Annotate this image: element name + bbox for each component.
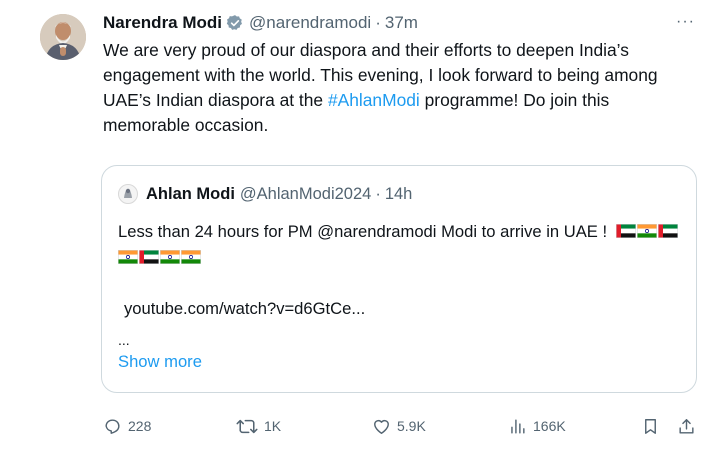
quoted-avatar-image (118, 184, 138, 204)
like-count: 5.9K (397, 418, 426, 434)
tweet-text: We are very proud of our diaspora and th… (103, 38, 693, 138)
like-button[interactable]: 5.9K (372, 414, 426, 438)
quoted-link[interactable]: youtube.com/watch?v=d6GtCe... (124, 299, 365, 319)
repost-count: 1K (264, 418, 282, 434)
india-flag-icon (160, 250, 180, 264)
reply-count: 228 (128, 418, 152, 434)
avatar-image (40, 14, 86, 60)
quoted-avatar[interactable] (118, 184, 138, 204)
tweet: Narendra Modi @narendramodi · 37m ··· We… (0, 0, 727, 450)
avatar[interactable] (40, 14, 86, 60)
quoted-text-line: Less than 24 hours for PM @narendramodi … (118, 222, 608, 241)
tweet-timestamp[interactable]: 37m (385, 13, 418, 33)
quoted-author-handle[interactable]: @AhlanModi2024 (240, 185, 371, 204)
repost-icon (236, 419, 258, 433)
reply-button[interactable]: 228 (103, 414, 151, 438)
india-flag-icon (636, 224, 657, 238)
more-options-icon[interactable]: ··· (676, 14, 698, 30)
quoted-timestamp[interactable]: 14h (385, 185, 413, 204)
bookmark-button[interactable] (641, 414, 666, 438)
header-separator: · (375, 13, 381, 32)
hashtag-link[interactable]: #AhlanModi (328, 90, 420, 110)
action-bar: 228 1K 5.9K 166K (103, 414, 699, 438)
quoted-ellipsis: ... (118, 332, 130, 348)
india-flag-icon (181, 250, 201, 264)
verified-badge-icon (226, 14, 244, 32)
share-icon (679, 418, 694, 434)
uae-flag-icon (139, 250, 159, 264)
uae-flag-icon (657, 224, 678, 238)
quoted-author-name[interactable]: Ahlan Modi (146, 185, 235, 204)
heart-icon (374, 419, 389, 434)
quoted-tweet[interactable]: Ahlan Modi @AhlanModi2024 · 14h Less tha… (101, 165, 697, 393)
repost-button[interactable]: 1K (236, 414, 281, 438)
author-name[interactable]: Narendra Modi (103, 13, 222, 33)
bookmark-icon (645, 418, 656, 434)
quoted-text: Less than 24 hours for PM @narendramodi … (118, 219, 688, 271)
india-flag-icon (118, 250, 138, 264)
show-more-link[interactable]: Show more (118, 352, 202, 372)
quoted-separator: · (375, 184, 381, 203)
views-icon (511, 418, 525, 434)
quoted-header: Ahlan Modi @AhlanModi2024 · 14h (146, 183, 412, 205)
share-button[interactable] (677, 414, 702, 438)
tweet-header: Narendra Modi @narendramodi · 37m (103, 12, 418, 34)
author-handle[interactable]: @narendramodi (249, 13, 371, 33)
views-button[interactable]: 166K (508, 414, 566, 438)
uae-flag-icon (615, 224, 636, 238)
reply-icon (105, 418, 120, 434)
views-count: 166K (533, 418, 566, 434)
